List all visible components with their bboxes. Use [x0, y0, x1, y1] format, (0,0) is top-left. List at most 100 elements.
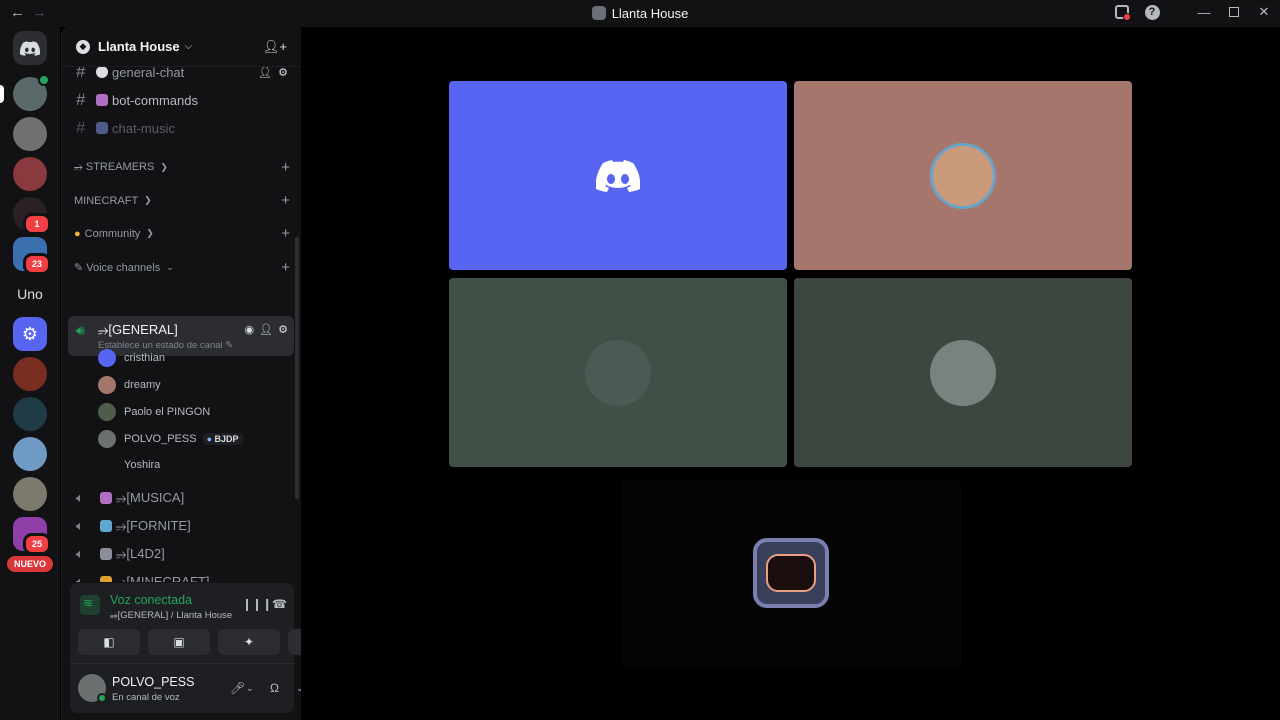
channel-chat-music[interactable]: # chat-music: [68, 115, 294, 141]
category-community[interactable]: ● Community ❯ +: [74, 225, 290, 242]
avatar: [930, 142, 996, 209]
add-channel-icon[interactable]: +: [281, 259, 290, 276]
add-channel-icon[interactable]: +: [281, 159, 290, 176]
voice-channel-fornite[interactable]: 🔈︎ ⭌[FORNITE]: [68, 513, 294, 539]
disconnect-icon[interactable]: ☎︎: [272, 597, 287, 611]
activities-button[interactable]: ✦: [218, 629, 280, 655]
speaker-icon: 🔈︎: [76, 518, 84, 533]
chat-bubble-icon[interactable]: ◉: [245, 323, 255, 336]
voice-channel-musica[interactable]: 🔈︎ ⭌[MUSICA]: [68, 485, 294, 511]
window-controls: ? — ✕: [1114, 4, 1272, 21]
server-icon-12[interactable]: 25: [13, 517, 51, 555]
server-icon-9[interactable]: [13, 397, 47, 431]
discord-home-icon[interactable]: [13, 31, 47, 65]
speech-bubble-icon: [96, 67, 108, 78]
invite-icon[interactable]: 👤︎: [258, 67, 272, 79]
settings-gear-icon[interactable]: ⚙: [278, 323, 288, 336]
server-llanta-house[interactable]: [0, 74, 50, 111]
signal-icon[interactable]: ≋: [83, 596, 93, 610]
category-voice-channels[interactable]: ✎ Voice channels ⌄ +: [74, 259, 290, 276]
avatar: [930, 339, 996, 406]
participant-tile-paolo[interactable]: [449, 278, 787, 467]
zombie-icon: [100, 548, 112, 560]
headphones-icon[interactable]: Ω: [270, 681, 279, 695]
voice-user-cristhian[interactable]: cristhian: [98, 347, 165, 369]
minimize-icon[interactable]: —: [1196, 4, 1212, 20]
server-icon-5[interactable]: 23: [13, 237, 51, 275]
voice-channel-link[interactable]: ⭌[GENERAL] / Llanta House: [110, 610, 232, 621]
speaker-icon: 🔈︎: [76, 490, 84, 505]
server-icon-3[interactable]: [13, 157, 47, 191]
voice-channel-l4d2[interactable]: 🔈︎ ⭌[L4D2]: [68, 541, 294, 567]
invite-people-icon[interactable]: 👤︎+: [263, 39, 287, 55]
camera-off-button[interactable]: ◧: [78, 629, 140, 655]
chevron-down-icon[interactable]: ⌄: [246, 683, 254, 694]
discord-logo-icon: [596, 159, 640, 192]
maximize-icon[interactable]: [1226, 4, 1242, 20]
chevron-down-icon: ⌄: [166, 262, 174, 272]
server-icon-10[interactable]: [13, 437, 47, 471]
microphone-icon[interactable]: 🎤︎: [230, 681, 245, 695]
construction-icon: [100, 576, 112, 582]
channel-sidebar: ◆ Llanta House ⌵ 👤︎+ # general-chat 👤︎ ⚙…: [61, 27, 350, 720]
speaker-icon: 🔈︎: [76, 574, 84, 582]
avatar: [98, 403, 116, 421]
inbox-icon[interactable]: [1114, 4, 1131, 21]
add-channel-icon[interactable]: +: [281, 225, 290, 242]
music-note-icon: [100, 492, 112, 504]
server-icon-11[interactable]: [13, 477, 47, 511]
server-icon-8[interactable]: [13, 357, 47, 391]
channel-bot-commands[interactable]: # bot-commands: [68, 87, 294, 113]
channel-list: # general-chat 👤︎ ⚙ # bot-commands # cha…: [62, 67, 302, 582]
server-boost-icon: ◆: [76, 39, 90, 54]
chevron-right-icon: ❯: [160, 162, 168, 172]
username[interactable]: POLVO_PESS: [112, 675, 194, 689]
server-icon-4[interactable]: 1: [13, 197, 51, 235]
share-screen-button[interactable]: ▣: [148, 629, 210, 655]
speaker-icon: 🔊︎: [76, 322, 85, 338]
add-channel-icon[interactable]: +: [281, 192, 290, 209]
avatar-decoration: [753, 538, 829, 608]
new-badge: NUEVO: [7, 556, 53, 572]
voice-connected-label: Voz conectada: [110, 593, 193, 607]
chevron-right-icon: ❯: [146, 228, 154, 238]
category-streamers[interactable]: ⭌ STREAMERS ❯ +: [74, 159, 290, 176]
settings-gear-icon[interactable]: ⚙: [278, 67, 288, 79]
voice-user-paolo[interactable]: Paolo el PINGON: [98, 401, 210, 423]
voice-user-polvo-pess[interactable]: POLVO_PESS ● BJDP: [98, 428, 243, 450]
window-title: Llanta House: [0, 6, 1280, 21]
avatar: [98, 349, 116, 367]
robot-icon: [96, 94, 108, 106]
voice-user-dreamy[interactable]: dreamy: [98, 374, 161, 396]
help-icon[interactable]: ?: [1144, 4, 1160, 20]
participant-tile-yoshira[interactable]: [621, 479, 961, 667]
noise-suppression-icon[interactable]: ❙❙❙: [242, 597, 272, 611]
voice-channel-minecraft[interactable]: 🔈︎ ⭌[MINECRAFT]: [68, 569, 294, 582]
invite-icon[interactable]: 👤︎: [259, 323, 273, 336]
screen-share-icon: ▣: [173, 635, 185, 649]
channel-actions: 👤︎ ⚙: [258, 67, 288, 79]
channel-general-chat[interactable]: # general-chat 👤︎ ⚙: [68, 67, 294, 85]
category-minecraft[interactable]: MINECRAFT ❯ +: [74, 192, 290, 209]
sidebar-scrollbar[interactable]: [295, 237, 299, 499]
server-icon: [591, 6, 606, 20]
close-icon[interactable]: ✕: [1256, 4, 1272, 20]
avatar: [98, 456, 116, 474]
avatar: [98, 376, 116, 394]
voice-active-indicator: [38, 74, 50, 86]
microphone-icon: ✎: [74, 262, 84, 274]
participant-tile-cristhian[interactable]: [449, 81, 787, 270]
clap-icon: ●: [74, 227, 81, 240]
unread-badge: 23: [23, 253, 51, 275]
voice-user-yoshira[interactable]: Yoshira: [98, 454, 160, 476]
participant-tile-polvo-pess[interactable]: [794, 278, 1132, 467]
voice-call-grid: [301, 27, 1280, 720]
participant-tile-dreamy[interactable]: [794, 81, 1132, 270]
unread-badge: 25: [23, 533, 51, 555]
hash-icon: #: [76, 67, 86, 81]
server-icon-2[interactable]: [13, 117, 47, 151]
activities-icon: ✦: [243, 635, 255, 649]
server-uno[interactable]: Uno: [13, 277, 47, 311]
server-header[interactable]: ◆ Llanta House ⌵ 👤︎+: [62, 27, 301, 67]
server-icon-7[interactable]: ⚙: [13, 317, 47, 351]
